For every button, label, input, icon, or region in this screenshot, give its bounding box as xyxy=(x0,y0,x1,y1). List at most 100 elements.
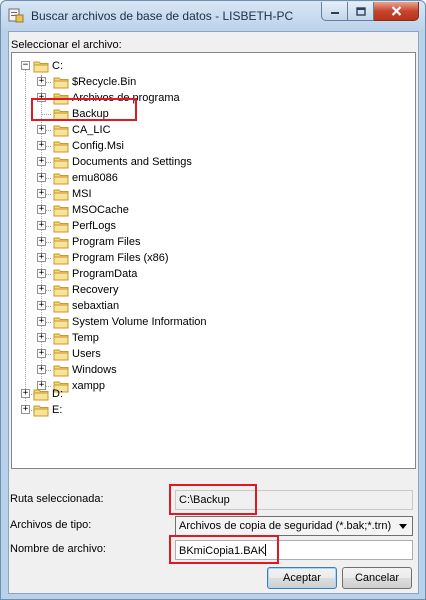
minimize-button[interactable] xyxy=(321,2,348,21)
close-button[interactable] xyxy=(374,2,419,21)
folder-icon xyxy=(33,405,49,416)
tree-node-label: Windows xyxy=(72,364,117,376)
folder-icon xyxy=(53,365,69,376)
tree-node-label: xampp xyxy=(72,380,106,392)
tree-node[interactable]: + Windows xyxy=(37,362,117,378)
selected-path-label: Ruta seleccionada: xyxy=(10,493,104,505)
tree-node-label: PerfLogs xyxy=(72,220,117,232)
database-app-icon xyxy=(8,8,24,23)
folder-icon xyxy=(53,205,69,216)
expand-icon[interactable]: + xyxy=(37,301,46,310)
dialog-window: Buscar archivos de base de datos - LISBE… xyxy=(0,0,426,600)
folder-icon xyxy=(53,221,69,232)
tree-node-label: Recovery xyxy=(72,284,119,296)
folder-icon xyxy=(33,61,49,72)
expand-icon[interactable]: + xyxy=(37,205,46,214)
maximize-button[interactable] xyxy=(348,2,374,21)
tree-node-label: ProgramData xyxy=(72,268,138,280)
folder-icon xyxy=(53,125,69,136)
tree-node-label: E: xyxy=(52,404,63,416)
folder-icon xyxy=(53,317,69,328)
tree-node-label: emu8086 xyxy=(72,172,118,184)
tree-node[interactable]: + CA_LIC xyxy=(37,122,111,138)
tree-node[interactable]: + Temp xyxy=(37,330,99,346)
tree-node-label: Config.Msi xyxy=(72,140,124,152)
folder-icon xyxy=(53,333,69,344)
folder-icon xyxy=(53,173,69,184)
tree-node[interactable]: + MSOCache xyxy=(37,202,129,218)
tree-node-label: Temp xyxy=(72,332,99,344)
folder-icon xyxy=(53,237,69,248)
folder-icon xyxy=(53,189,69,200)
expand-icon[interactable]: + xyxy=(37,285,46,294)
tree-line xyxy=(25,66,26,401)
tree-node-label: $Recycle.Bin xyxy=(72,76,137,88)
expand-icon[interactable]: + xyxy=(37,173,46,182)
tree-node[interactable]: + Config.Msi xyxy=(37,138,124,154)
tree-node-label: System Volume Information xyxy=(72,316,207,328)
folder-tree[interactable]: − C: + $Recycle.Bin + Archivos de programa B… xyxy=(11,52,416,469)
folder-icon xyxy=(53,301,69,312)
tree-node-label: Program Files (x86) xyxy=(72,252,169,264)
folder-icon xyxy=(53,141,69,152)
tree-node-label: sebaxtian xyxy=(72,300,120,312)
expand-icon[interactable]: + xyxy=(21,405,30,414)
tree-node-label: MSOCache xyxy=(72,204,129,216)
tree-node[interactable]: + Program Files xyxy=(37,234,140,250)
expand-icon[interactable]: + xyxy=(37,157,46,166)
title-bar[interactable]: Buscar archivos de base de datos - LISBE… xyxy=(1,1,425,31)
backup-highlight xyxy=(31,98,137,121)
folder-icon xyxy=(53,269,69,280)
expand-icon[interactable]: + xyxy=(37,349,46,358)
tree-node[interactable]: + Program Files (x86) xyxy=(37,250,169,266)
window-title: Buscar archivos de base de datos - LISBE… xyxy=(31,9,294,23)
tree-node-label: CA_LIC xyxy=(72,124,111,136)
tree-node-label: C: xyxy=(52,60,63,72)
tree-node-label: Users xyxy=(72,348,101,360)
close-icon xyxy=(391,6,401,16)
expand-icon[interactable]: + xyxy=(37,269,46,278)
tree-node[interactable]: + $Recycle.Bin xyxy=(37,74,136,90)
file-type-select[interactable]: Archivos de copia de seguridad (*.bak;*.… xyxy=(175,516,413,536)
tree-node-d[interactable]: + D: xyxy=(21,386,63,402)
folder-icon xyxy=(53,157,69,168)
collapse-icon[interactable]: − xyxy=(21,61,30,70)
minimize-icon xyxy=(330,12,339,14)
accept-button[interactable]: Aceptar xyxy=(267,567,337,589)
folder-icon xyxy=(53,285,69,296)
tree-node[interactable]: + MSI xyxy=(37,186,92,202)
tree-node-c[interactable]: − C: xyxy=(21,58,63,74)
file-type-label: Archivos de tipo: xyxy=(10,519,92,531)
tree-node[interactable]: + Users xyxy=(37,346,101,362)
expand-icon[interactable]: + xyxy=(37,237,46,246)
expand-icon[interactable]: + xyxy=(37,77,46,86)
tree-node[interactable]: + emu8086 xyxy=(37,170,118,186)
tree-node[interactable]: + sebaxtian xyxy=(37,298,119,314)
tree-node-label: MSI xyxy=(72,188,92,200)
expand-icon[interactable]: + xyxy=(37,317,46,326)
tree-node[interactable]: + Documents and Settings xyxy=(37,154,192,170)
file-name-label: Nombre de archivo: xyxy=(10,543,106,555)
expand-icon[interactable]: + xyxy=(37,125,46,134)
tree-node[interactable]: + PerfLogs xyxy=(37,218,116,234)
cancel-button[interactable]: Cancelar xyxy=(342,567,412,589)
tree-node[interactable]: + Recovery xyxy=(37,282,118,298)
tree-node-e[interactable]: + E: xyxy=(21,402,62,418)
expand-icon[interactable]: + xyxy=(37,141,46,150)
expand-icon[interactable]: + xyxy=(37,253,46,262)
expand-icon[interactable]: + xyxy=(37,365,46,374)
folder-icon xyxy=(33,389,49,400)
tree-node-label: Documents and Settings xyxy=(72,156,192,168)
expand-icon[interactable]: + xyxy=(37,189,46,198)
folder-icon xyxy=(53,349,69,360)
dropdown-arrow-icon[interactable] xyxy=(395,518,411,534)
folder-icon xyxy=(53,253,69,264)
expand-icon[interactable]: + xyxy=(37,333,46,342)
tree-node[interactable]: + ProgramData xyxy=(37,266,137,282)
tree-node-label: Program Files xyxy=(72,236,141,248)
expand-icon[interactable]: + xyxy=(37,221,46,230)
expand-icon[interactable]: + xyxy=(21,389,30,398)
folder-icon xyxy=(53,77,69,88)
file-type-value: Archivos de copia de seguridad (*.bak;*.… xyxy=(179,520,392,532)
tree-node[interactable]: + System Volume Information xyxy=(37,314,207,330)
